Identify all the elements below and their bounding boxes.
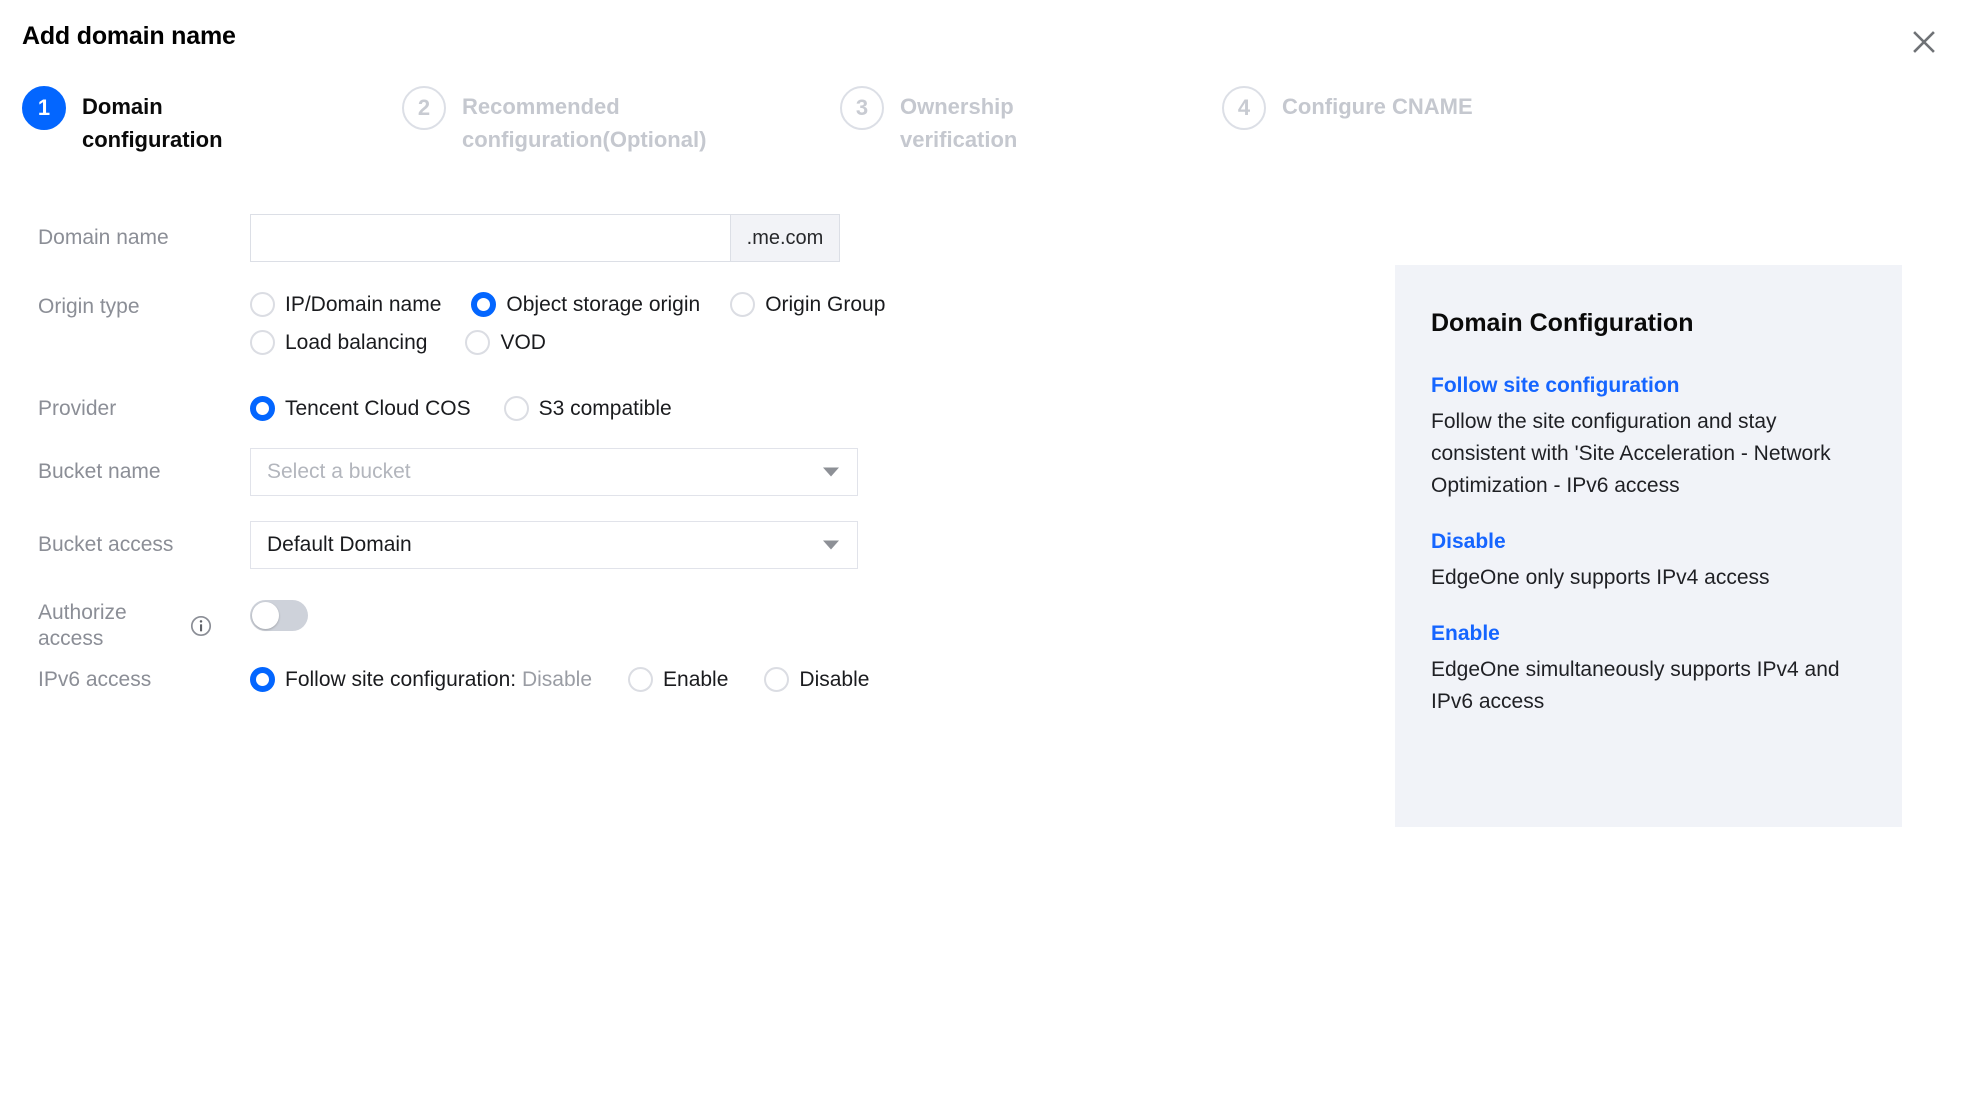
radio-mark	[250, 667, 275, 692]
bucket-access-select[interactable]: Default Domain	[250, 521, 858, 569]
domain-name-label: Domain name	[38, 226, 169, 249]
form-row-bucket-name: Bucket name Select a bucket	[0, 448, 1100, 496]
help-block-heading: Enable	[1431, 622, 1500, 645]
form-row-bucket-access: Bucket access Default Domain	[0, 521, 1100, 569]
step-2-recommended-configuration[interactable]: 2 Recommended configuration(Optional)	[402, 86, 712, 156]
radio-origin-type-object-storage-origin[interactable]: Object storage origin	[471, 292, 700, 317]
help-block-heading: Follow site configuration	[1431, 374, 1680, 397]
domain-name-field-wrap: .me.com	[250, 214, 840, 262]
authorize-access-toggle[interactable]	[250, 600, 308, 631]
radio-label: Tencent Cloud COS	[285, 397, 471, 420]
radio-label: Load balancing	[285, 331, 428, 354]
radio-label: IP/Domain name	[285, 293, 442, 316]
step-1-label: Domain configuration	[82, 94, 223, 152]
help-block-enable: Enable EdgeOne simultaneously supports I…	[1431, 622, 1866, 718]
step-4-label: Configure CNAME	[1282, 94, 1473, 119]
radio-label: VOD	[500, 331, 546, 354]
bucket-name-select[interactable]: Select a bucket	[250, 448, 858, 496]
domain-name-suffix: .me.com	[730, 215, 839, 261]
radio-mark	[250, 330, 275, 355]
radio-mark	[764, 667, 790, 692]
radio-label: S3 compatible	[538, 397, 672, 420]
help-panel-title: Domain Configuration	[1431, 309, 1694, 337]
domain-configuration-help-panel: Domain Configuration Follow site configu…	[1395, 265, 1902, 827]
help-block-disable: Disable EdgeOne only supports IPv4 acces…	[1431, 530, 1866, 594]
form-row-authorize-access: Authorize access	[0, 600, 1100, 652]
radio-provider-tencent-cloud-cos[interactable]: Tencent Cloud COS	[250, 396, 471, 421]
step-1-domain-configuration[interactable]: 1 Domain configuration	[22, 86, 247, 156]
radio-label: Enable	[663, 668, 729, 691]
step-4-number: 4	[1222, 86, 1266, 130]
radio-mark	[628, 667, 654, 692]
toggle-knob	[252, 602, 279, 629]
ipv6-access-label: IPv6 access	[38, 668, 152, 691]
radio-label: Follow site configuration: Disable	[285, 667, 592, 692]
radio-mark	[465, 330, 491, 355]
bucket-name-label: Bucket name	[38, 460, 161, 483]
authorize-access-label: Authorize access	[38, 601, 127, 650]
radio-mark	[503, 396, 529, 421]
radio-provider-s3-compatible[interactable]: S3 compatible	[503, 396, 672, 421]
bucket-name-select-value: Select a bucket	[267, 460, 411, 483]
help-block-heading: Disable	[1431, 530, 1506, 553]
radio-label: Object storage origin	[506, 293, 701, 316]
form-row-origin-type: Origin type IP/Domain name Object storag…	[0, 292, 1100, 355]
info-icon[interactable]	[190, 615, 212, 637]
radio-origin-type-vod[interactable]: VOD	[465, 330, 546, 355]
help-block-follow-site-configuration: Follow site configuration Follow the sit…	[1431, 374, 1866, 502]
chevron-down-icon	[823, 540, 839, 550]
domain-name-input[interactable]	[251, 215, 730, 261]
close-icon	[1911, 29, 1937, 55]
step-1-number: 1	[22, 86, 66, 130]
step-4-configure-cname[interactable]: 4 Configure CNAME	[1222, 86, 1532, 130]
radio-ipv6-enable[interactable]: Enable	[628, 667, 728, 692]
radio-label-suffix: Disable	[521, 668, 593, 691]
step-2-number: 2	[402, 86, 446, 130]
page-title: Add domain name	[22, 22, 236, 50]
radio-label: Disable	[799, 668, 870, 691]
radio-origin-type-ip-domain-name[interactable]: IP/Domain name	[250, 292, 441, 317]
radio-mark	[471, 292, 497, 317]
bucket-access-label: Bucket access	[38, 533, 174, 556]
stepper: 1 Domain configuration 2 Recommended con…	[22, 86, 1942, 176]
radio-mark	[250, 396, 275, 421]
step-3-ownership-verification[interactable]: 3 Ownership verification	[840, 86, 1085, 156]
bucket-access-select-value: Default Domain	[267, 533, 412, 556]
radio-ipv6-follow-site-configuration[interactable]: Follow site configuration: Disable	[250, 667, 592, 692]
help-block-body: Follow the site configuration and stay c…	[1431, 410, 1831, 497]
origin-type-label: Origin type	[38, 295, 140, 318]
radio-origin-type-load-balancing[interactable]: Load balancing	[250, 330, 427, 355]
authorize-access-label-wrap: Authorize access	[0, 600, 212, 652]
help-block-body: EdgeOne only supports IPv4 access	[1431, 566, 1770, 589]
form-row-provider: Provider Tencent Cloud COS S3 compatible	[0, 396, 1100, 422]
step-3-number: 3	[840, 86, 884, 130]
radio-ipv6-disable[interactable]: Disable	[764, 667, 869, 692]
provider-label: Provider	[38, 397, 117, 420]
close-button[interactable]	[1906, 24, 1942, 60]
help-block-body: EdgeOne simultaneously supports IPv4 and…	[1431, 658, 1840, 713]
radio-origin-type-origin-group[interactable]: Origin Group	[730, 292, 885, 317]
radio-label: Origin Group	[765, 293, 886, 316]
form-row-ipv6-access: IPv6 access Follow site configuration: D…	[0, 667, 1100, 693]
radio-label-text: Follow site configuration:	[285, 668, 517, 691]
chevron-down-icon	[823, 467, 839, 477]
radio-mark	[730, 292, 756, 317]
step-3-label: Ownership verification	[900, 94, 1018, 152]
form-row-domain-name: Domain name .me.com	[0, 214, 1100, 262]
step-2-label: Recommended configuration(Optional)	[462, 94, 707, 152]
radio-mark	[250, 292, 275, 317]
